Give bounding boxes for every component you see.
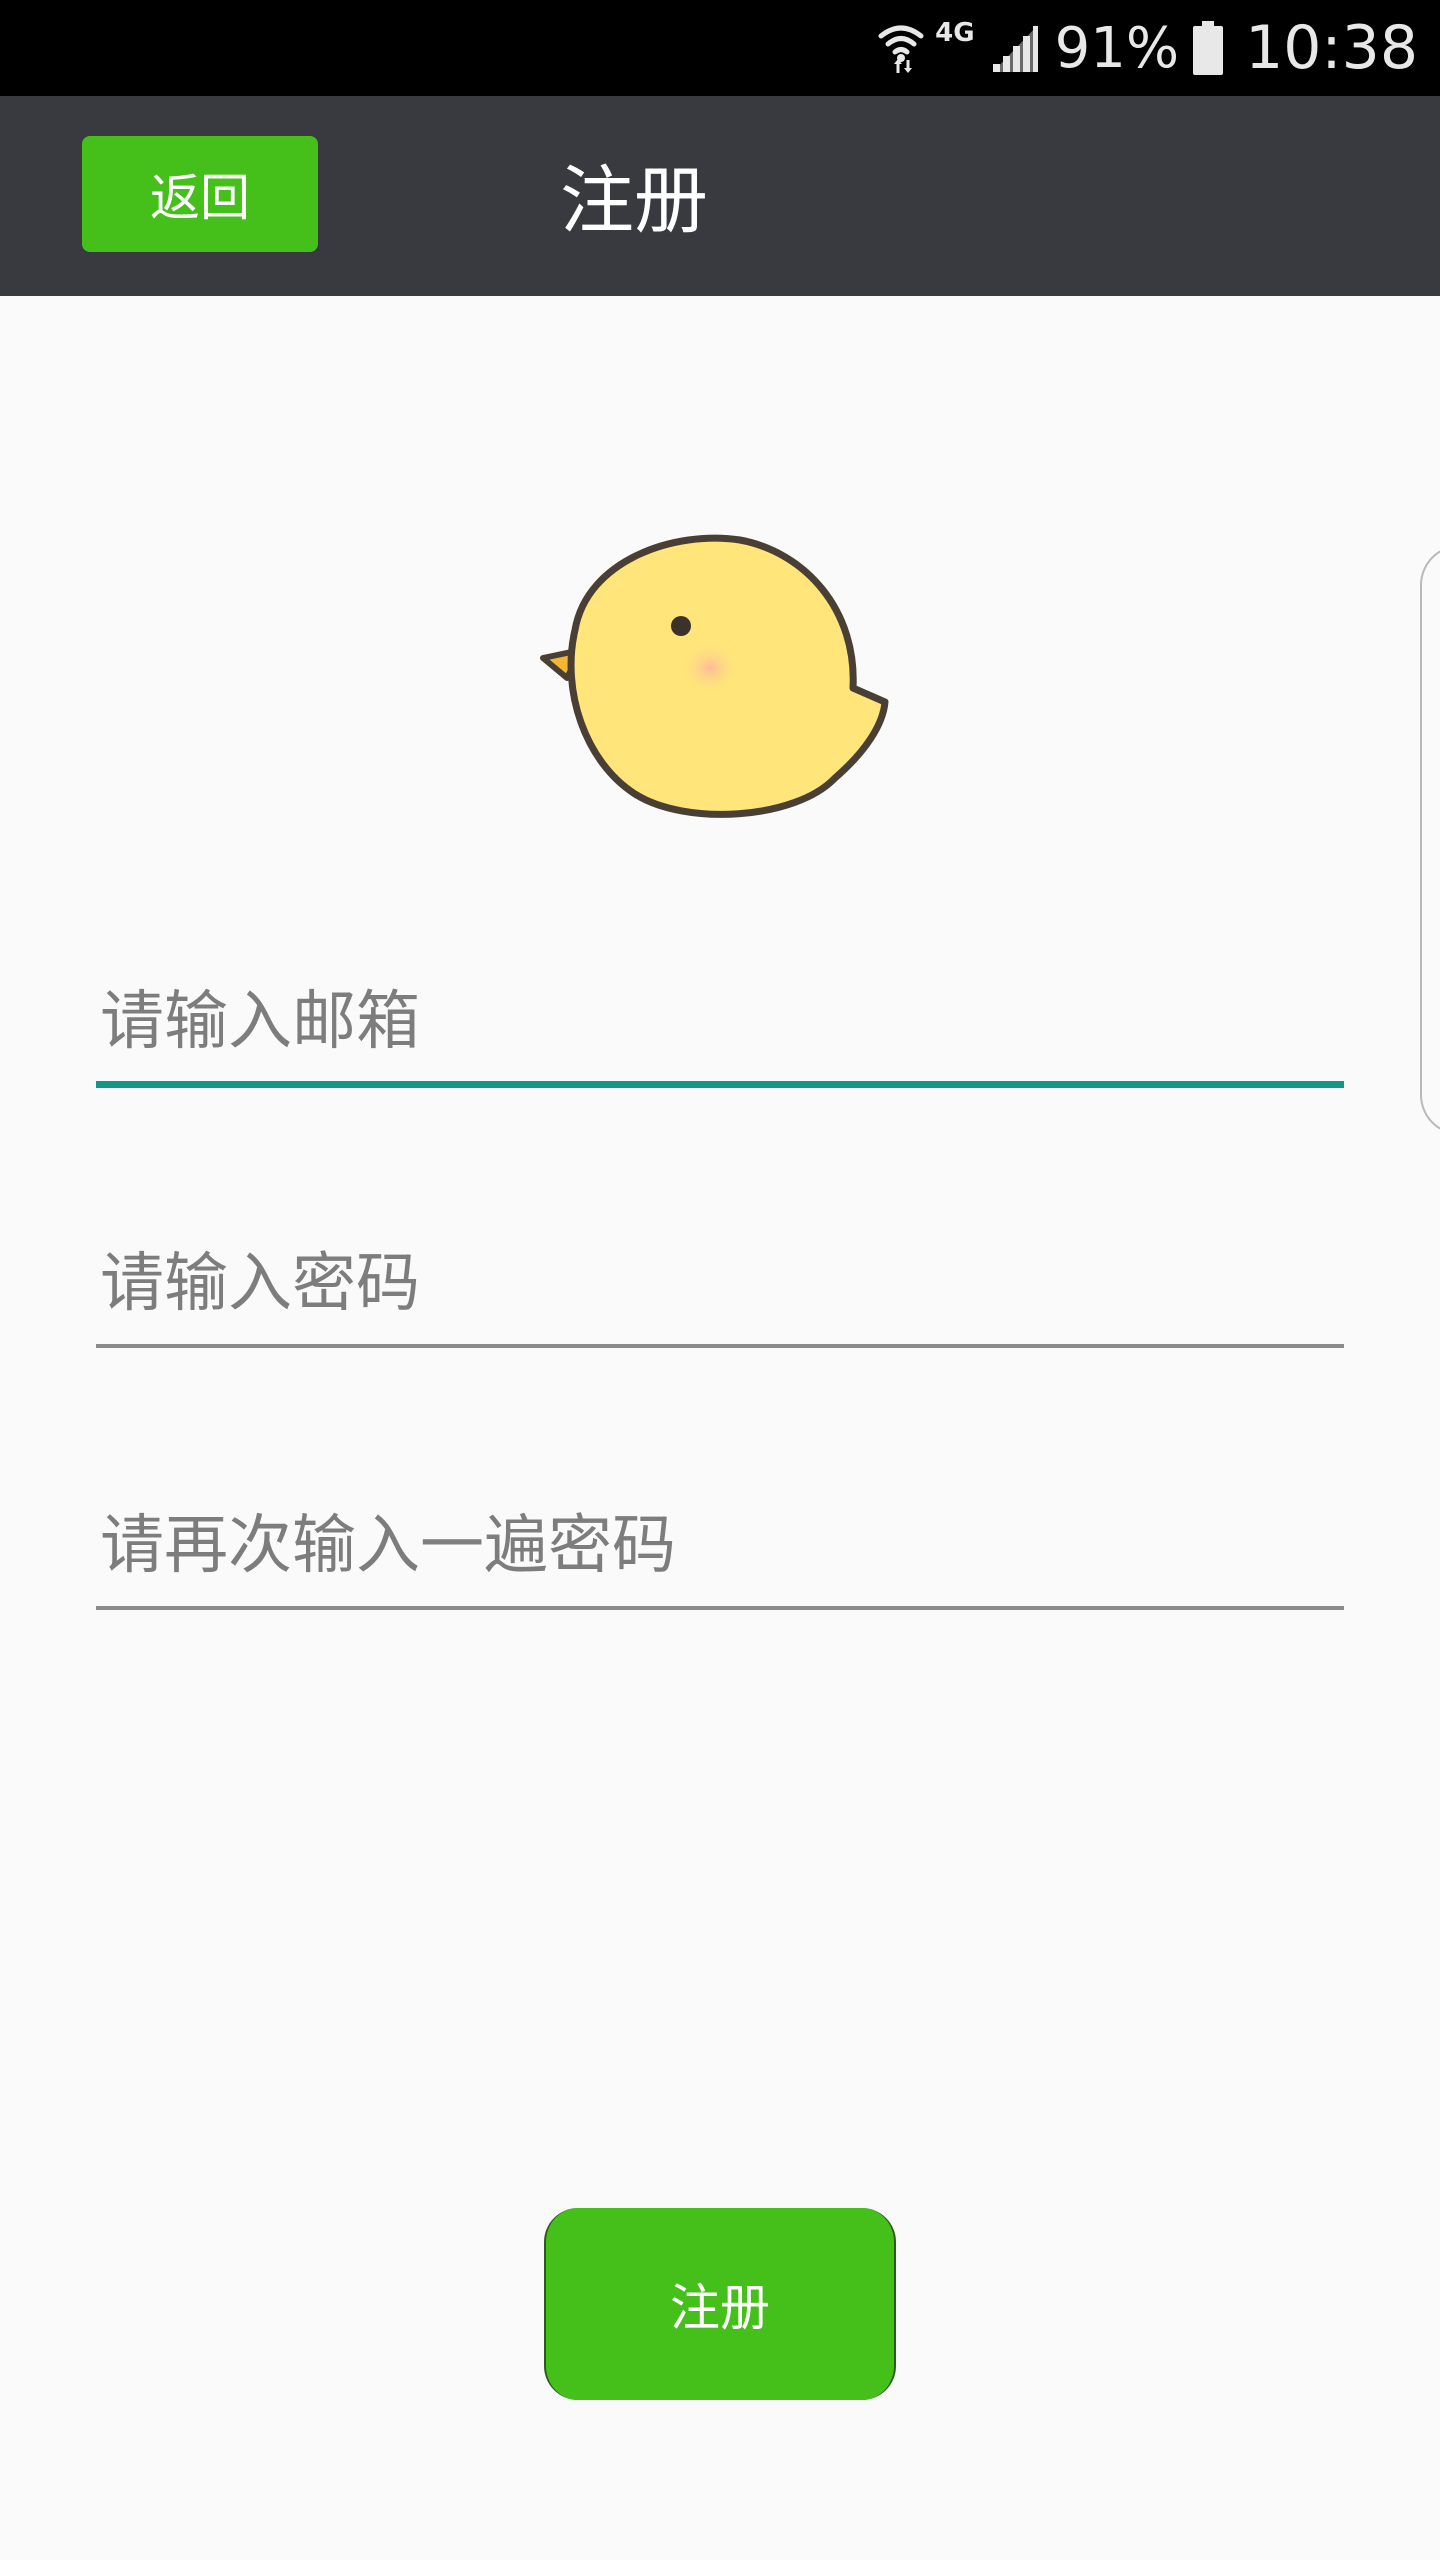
battery-percent: 91% (1054, 15, 1180, 81)
app-bar: 返回 注册 (0, 96, 1440, 296)
confirm-password-underline (96, 1606, 1344, 1610)
email-underline (96, 1081, 1344, 1088)
status-bar: 4G 91% 10:38 (0, 0, 1440, 96)
email-field[interactable] (96, 966, 1344, 1088)
email-input[interactable] (96, 966, 1344, 1086)
yellow-chick-icon (540, 534, 889, 818)
register-button[interactable]: 注册 (544, 2208, 896, 2400)
status-icons: 4G 91% 10:38 (877, 0, 1418, 96)
battery-icon (1193, 21, 1224, 75)
back-button[interactable]: 返回 (82, 136, 318, 252)
password-underline (96, 1344, 1344, 1348)
edge-panel-handle[interactable] (1420, 545, 1440, 1135)
page-title: 注册 (560, 158, 708, 244)
confirm-password-input[interactable] (96, 1490, 1344, 1610)
password-field[interactable] (96, 1228, 1344, 1348)
wifi-icon (878, 25, 924, 73)
network-type-label: 4G (935, 18, 975, 48)
clock: 10:38 (1245, 13, 1418, 83)
confirm-password-field[interactable] (96, 1490, 1344, 1610)
signal-icon (992, 26, 1038, 72)
password-input[interactable] (96, 1228, 1344, 1348)
